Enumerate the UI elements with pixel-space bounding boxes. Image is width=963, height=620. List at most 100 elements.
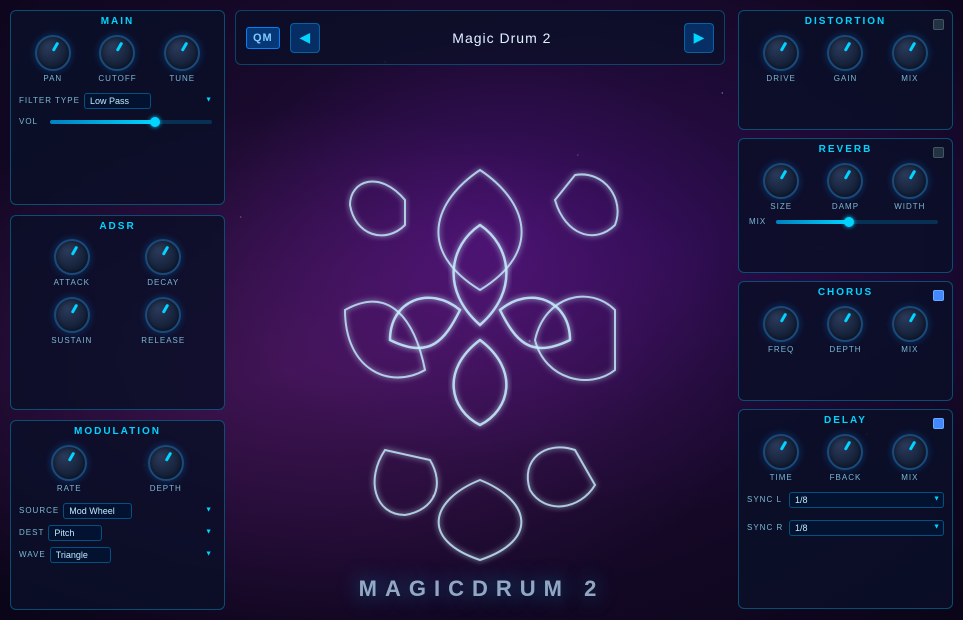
vol-row: VOL <box>11 111 224 136</box>
dist-mix-knob-container: MIX <box>892 35 928 83</box>
wave-wrapper: Triangle Sine Square Sawtooth <box>50 545 216 563</box>
reverb-indicator <box>933 147 944 158</box>
pan-knob[interactable] <box>35 35 71 71</box>
delay-panel: DELAY TIME FBACK MIX SYNC L 1/8 1/4 1/16… <box>738 409 953 609</box>
reverb-mix-slider[interactable] <box>776 220 938 224</box>
fback-knob[interactable] <box>827 434 863 470</box>
delay-indicator[interactable] <box>933 418 944 429</box>
chorus-knob-row: FREQ DEPTH MIX <box>739 300 952 360</box>
rate-knob-container: RATE <box>51 445 87 493</box>
wave-row: WAVE Triangle Sine Square Sawtooth <box>11 543 224 565</box>
adsr-title: ADSR <box>11 216 224 234</box>
sync-l-select[interactable]: 1/8 1/4 1/16 1/2 3/8 <box>789 492 944 508</box>
decay-knob[interactable] <box>145 239 181 275</box>
sustain-container: SUSTAIN <box>31 297 113 345</box>
main-knob-row: PAN CUTOFF TUNE <box>11 29 224 89</box>
delay-knob-row: TIME FBACK MIX <box>739 428 952 488</box>
vol-slider-thumb[interactable] <box>150 117 160 127</box>
delay-title: DELAY <box>739 410 952 428</box>
damp-knob[interactable] <box>827 163 863 199</box>
time-knob-container: TIME <box>763 434 799 482</box>
petal-bottom-right <box>528 447 595 506</box>
petal-top-left <box>350 181 405 235</box>
distortion-knob-row: DRIVE GAIN MIX <box>739 29 952 89</box>
mod-depth-label: DEPTH <box>150 484 182 493</box>
petal-top <box>438 170 521 290</box>
damp-knob-container: DAMP <box>827 163 863 211</box>
filter-type-select[interactable]: Low Pass High Pass Band Pass Notch <box>84 93 151 109</box>
size-knob[interactable] <box>763 163 799 199</box>
adsr-panel: ADSR ATTACK DECAY SUSTAIN RELEASE <box>10 215 225 410</box>
filter-type-label: FILTER TYPE <box>19 96 80 105</box>
source-row: SOURCE Mod Wheel LFO Velocity Aftertouch <box>11 499 224 521</box>
sync-r-row: SYNC R 1/8 1/4 1/16 1/2 3/8 <box>739 516 952 538</box>
freq-knob[interactable] <box>763 306 799 342</box>
chorus-depth-knob[interactable] <box>827 306 863 342</box>
vol-label: VOL <box>19 117 38 126</box>
dist-gain-label: GAIN <box>834 74 858 83</box>
nav-panel: QM ◀ Magic Drum 2 ▶ <box>235 10 725 65</box>
source-label: SOURCE <box>19 506 59 515</box>
damp-label: DAMP <box>832 202 859 211</box>
source-wrapper: Mod Wheel LFO Velocity Aftertouch <box>63 501 216 519</box>
reverb-mix-thumb[interactable] <box>844 217 854 227</box>
sync-l-wrapper: 1/8 1/4 1/16 1/2 3/8 <box>789 490 944 508</box>
fback-knob-container: FBACK <box>827 434 863 482</box>
pan-label: PAN <box>43 74 62 83</box>
width-label: WIDTH <box>894 202 925 211</box>
distortion-indicator <box>933 19 944 30</box>
reverb-title: REVERB <box>739 139 952 157</box>
attack-label: ATTACK <box>54 278 90 287</box>
next-button[interactable]: ▶ <box>684 23 714 53</box>
drive-knob[interactable] <box>763 35 799 71</box>
tune-label: TUNE <box>169 74 195 83</box>
wave-select[interactable]: Triangle Sine Square Sawtooth <box>50 547 111 563</box>
cutoff-knob[interactable] <box>99 35 135 71</box>
mod-depth-knob[interactable] <box>148 445 184 481</box>
main-panel: MAIN PAN CUTOFF TUNE FILTER TYPE Low Pas… <box>10 10 225 205</box>
release-container: RELEASE <box>123 297 205 345</box>
chorus-panel: CHORUS FREQ DEPTH MIX <box>738 281 953 401</box>
sync-l-label: SYNC L <box>747 495 785 504</box>
reverb-mix-row: MIX <box>739 217 952 234</box>
chorus-mix-knob-container: MIX <box>892 306 928 354</box>
vol-slider-fill <box>50 120 155 124</box>
sustain-knob[interactable] <box>54 297 90 333</box>
petal-center-top <box>454 225 507 325</box>
size-label: SIZE <box>770 202 792 211</box>
delay-mix-label: MIX <box>901 473 918 482</box>
dist-gain-knob-container: GAIN <box>827 35 863 83</box>
adsr-knob-grid: ATTACK DECAY SUSTAIN RELEASE <box>11 234 224 350</box>
width-knob[interactable] <box>892 163 928 199</box>
qm-badge: QM <box>246 27 280 49</box>
chorus-mix-knob[interactable] <box>892 306 928 342</box>
fback-label: FBACK <box>830 473 862 482</box>
chorus-indicator[interactable] <box>933 290 944 301</box>
attack-knob[interactable] <box>54 239 90 275</box>
size-knob-container: SIZE <box>763 163 799 211</box>
source-select[interactable]: Mod Wheel LFO Velocity Aftertouch <box>63 503 132 519</box>
dest-select[interactable]: Pitch Filter Volume Pan <box>48 525 102 541</box>
reverb-panel: REVERB SIZE DAMP WIDTH MIX <box>738 138 953 273</box>
prev-button[interactable]: ◀ <box>290 23 320 53</box>
petal-bottom <box>439 480 522 560</box>
petal-center-bottom <box>454 340 507 425</box>
delay-mix-knob[interactable] <box>892 434 928 470</box>
delay-mix-knob-container: MIX <box>892 434 928 482</box>
time-knob[interactable] <box>763 434 799 470</box>
tune-knob[interactable] <box>164 35 200 71</box>
sync-r-select[interactable]: 1/8 1/4 1/16 1/2 3/8 <box>789 520 944 536</box>
vol-slider-track[interactable] <box>50 120 212 124</box>
distortion-panel: DISTORTION DRIVE GAIN MIX <box>738 10 953 130</box>
mod-panel: MODULATION RATE DEPTH SOURCE Mod Wheel L… <box>10 420 225 610</box>
dist-mix-knob[interactable] <box>892 35 928 71</box>
release-knob[interactable] <box>145 297 181 333</box>
dist-gain-knob[interactable] <box>827 35 863 71</box>
mod-knob-row: RATE DEPTH <box>11 439 224 499</box>
filter-type-wrapper: Low Pass High Pass Band Pass Notch <box>84 91 216 109</box>
chorus-depth-knob-container: DEPTH <box>827 306 863 354</box>
pan-knob-container: PAN <box>35 35 71 83</box>
rate-knob[interactable] <box>51 445 87 481</box>
dist-mix-label: MIX <box>901 74 918 83</box>
mod-title: MODULATION <box>11 421 224 439</box>
